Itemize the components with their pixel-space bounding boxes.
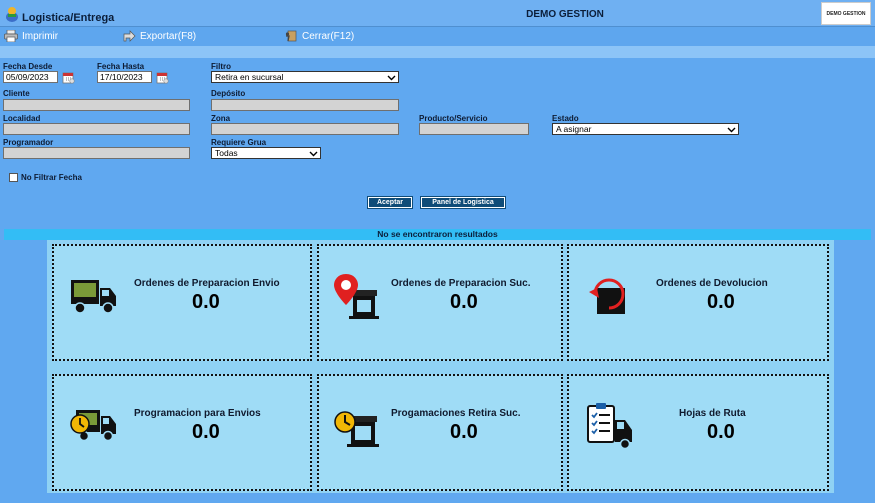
close-label: Cerrar(F12) (302, 30, 355, 42)
estado-select[interactable]: A asignar (552, 123, 739, 135)
chevron-down-icon (309, 151, 318, 157)
results-message: No se encontraron resultados (4, 229, 871, 240)
cliente-input[interactable] (3, 99, 190, 111)
card-value: 0.0 (192, 291, 220, 313)
no-filtrar-fecha-checkbox[interactable] (9, 173, 18, 182)
export-label: Exportar(F8) (140, 30, 197, 42)
card-ordenes-preparacion-envio[interactable]: Ordenes de Preparacion Envio 0.0 (52, 244, 312, 361)
panel-logistica-button[interactable]: Panel de Logistica (420, 196, 506, 209)
no-filtrar-fecha-label: No Filtrar Fecha (21, 173, 82, 182)
card-title: Progamaciones Retira Suc. (391, 408, 521, 419)
print-button[interactable]: Imprimir (4, 30, 58, 42)
calendar-hasta-icon[interactable] (156, 71, 169, 84)
filtro-select[interactable]: Retira en sucursal (211, 71, 399, 83)
estado-value: A asignar (556, 124, 592, 134)
localidad-label: Localidad (3, 114, 41, 123)
card-programacion-envios[interactable]: Programacion para Envios 0.0 (52, 374, 312, 491)
deposito-input[interactable] (211, 99, 399, 111)
close-button[interactable]: Cerrar(F12) (284, 30, 354, 42)
no-filtrar-fecha-option: No Filtrar Fecha (9, 173, 82, 182)
truck-icon (71, 280, 116, 314)
filtro-value: Retira en sucursal (215, 72, 284, 82)
title-bar: Logistica/Entrega DEMO GESTION DEMO GEST… (0, 0, 875, 27)
exit-door-icon (285, 30, 297, 42)
card-hojas-de-ruta[interactable]: Hojas de Ruta 0.0 (567, 374, 829, 491)
cliente-label: Cliente (3, 89, 30, 98)
producto-label: Producto/Servicio (419, 114, 488, 123)
card-value: 0.0 (450, 291, 478, 313)
grua-value: Todas (215, 148, 238, 158)
card-title: Programacion para Envios (134, 408, 261, 419)
return-box-icon (589, 278, 625, 314)
fecha-desde-label: Fecha Desde (3, 62, 53, 71)
card-programaciones-retira-suc[interactable]: Progamaciones Retira Suc. 0.0 (317, 374, 563, 491)
fecha-hasta-label: Fecha Hasta (97, 62, 145, 71)
route-sheet-truck-icon (587, 403, 632, 450)
chevron-down-icon (387, 75, 396, 81)
calendar-desde-icon[interactable] (62, 71, 75, 84)
export-icon (123, 30, 136, 42)
dashboard-panel: Ordenes de Preparacion Envio 0.0 Ordenes… (47, 240, 834, 493)
export-button[interactable]: Exportar(F8) (122, 30, 196, 42)
store-clock-icon (334, 411, 379, 447)
zona-label: Zona (211, 114, 231, 123)
card-value: 0.0 (707, 291, 735, 313)
zona-input[interactable] (211, 123, 399, 135)
filtro-label: Filtro (211, 62, 231, 71)
card-title: Hojas de Ruta (679, 408, 746, 419)
deposito-label: Depósito (211, 89, 246, 98)
store-pin-icon (334, 274, 379, 319)
card-title: Ordenes de Preparacion Envio (134, 278, 280, 289)
programador-label: Programador (3, 138, 54, 147)
brand-logo: DEMO GESTION (821, 2, 871, 25)
toolbar: Imprimir Exportar(F8) Cerrar(F12) (0, 27, 875, 46)
estado-label: Estado (552, 114, 579, 123)
print-label: Imprimir (22, 30, 59, 42)
card-ordenes-devolucion[interactable]: Ordenes de Devolucion 0.0 (567, 244, 829, 361)
localidad-input[interactable] (3, 123, 190, 135)
chevron-down-icon (727, 127, 736, 133)
card-value: 0.0 (450, 421, 478, 443)
card-ordenes-preparacion-suc[interactable]: Ordenes de Preparacion Suc. 0.0 (317, 244, 563, 361)
fecha-desde-input[interactable]: 05/09/2023 (3, 71, 58, 83)
producto-input[interactable] (419, 123, 529, 135)
truck-clock-icon (70, 410, 116, 442)
printer-icon (4, 30, 18, 42)
card-title: Ordenes de Preparacion Suc. (391, 278, 531, 289)
card-value: 0.0 (707, 421, 735, 443)
card-title: Ordenes de Devolucion (656, 278, 768, 289)
aceptar-button[interactable]: Aceptar (367, 196, 413, 209)
grua-label: Requiere Grua (211, 138, 267, 147)
toolbar-separator (0, 46, 875, 58)
company-title: DEMO GESTION (526, 9, 604, 20)
grua-select[interactable]: Todas (211, 147, 321, 159)
card-value: 0.0 (192, 421, 220, 443)
programador-input[interactable] (3, 147, 190, 159)
fecha-hasta-input[interactable]: 17/10/2023 (97, 71, 152, 83)
